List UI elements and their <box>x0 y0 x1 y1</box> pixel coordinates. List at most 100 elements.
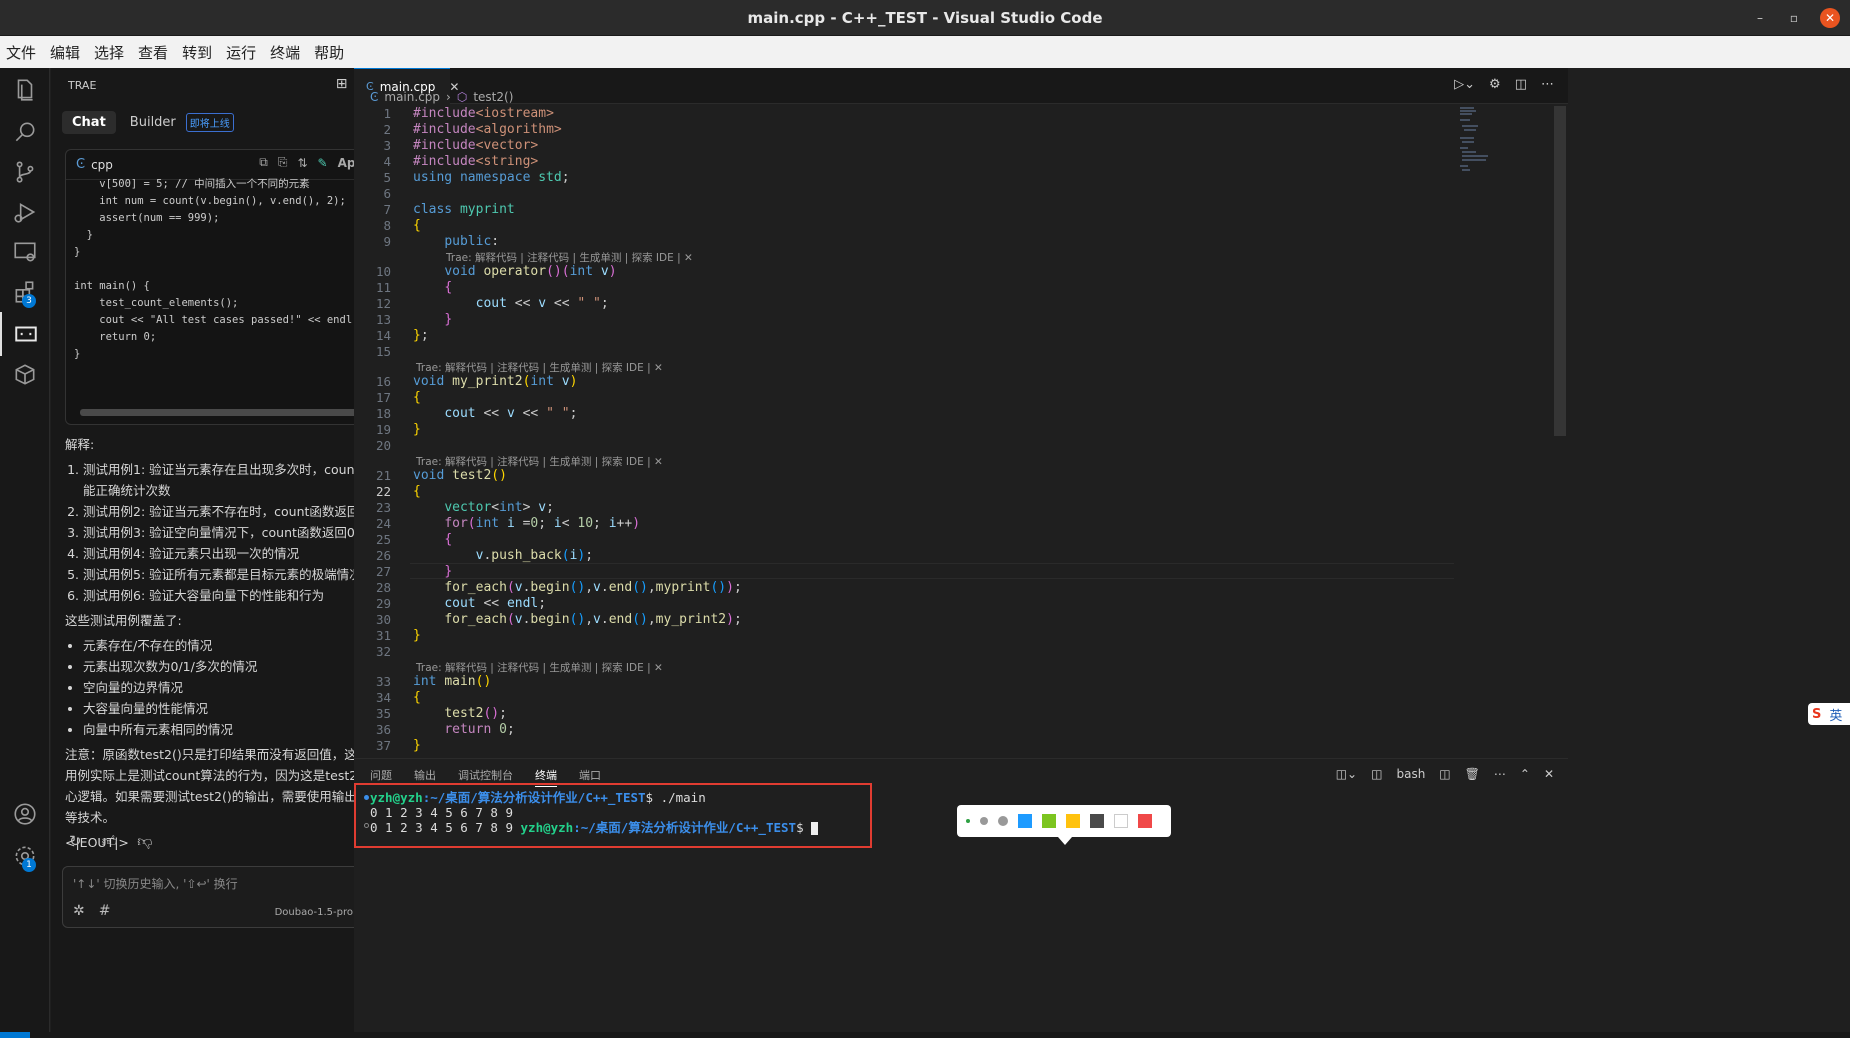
panel-more-icon[interactable]: ⋯ <box>1494 767 1506 781</box>
minimize-icon[interactable]: – <box>1752 11 1768 25</box>
shell-label[interactable]: bash <box>1396 767 1425 781</box>
builder-badge: 即将上线 <box>185 113 234 132</box>
color-palette[interactable] <box>957 805 1171 845</box>
split-editor-icon[interactable]: ◫ <box>1515 77 1527 92</box>
color-swatch-gray[interactable] <box>1090 814 1104 828</box>
list-item: 测试用例5: 验证所有元素都是目标元素的极端情况 <box>83 564 395 585</box>
dot-large[interactable] <box>998 816 1008 826</box>
code-lang-label: cpp <box>91 157 113 172</box>
dot-small[interactable] <box>966 819 970 823</box>
thumbs-up-icon[interactable]: 👍︎ <box>102 832 118 851</box>
hash-icon[interactable]: # <box>99 903 111 919</box>
new-terminal-icon[interactable]: ◫⌄ <box>1336 767 1357 781</box>
close-icon[interactable]: ✕ <box>1820 8 1840 28</box>
menu-run[interactable]: 运行 <box>226 42 256 63</box>
terminal-dot <box>364 795 369 800</box>
list-item: 大容量向量的性能情况 <box>83 698 395 719</box>
code-horizontal-scrollbar[interactable] <box>80 409 370 416</box>
tab-builder[interactable]: Builder <box>120 111 186 134</box>
codelens[interactable]: Trae: 解释代码 | 注释代码 | 生成单测 | 探索 IDE | ✕ <box>416 660 663 675</box>
diff-icon[interactable]: ⇅ <box>297 156 307 170</box>
explanation-heading: 解释: <box>65 437 95 452</box>
prompt-path: :~/桌面/算法分析设计作业/C++_TEST <box>422 790 646 805</box>
source-control-icon[interactable] <box>0 150 50 194</box>
chevron-right-icon: › <box>446 90 451 104</box>
split-terminal-icon[interactable]: ◫ <box>1439 767 1450 781</box>
trae-chat-icon[interactable] <box>0 312 50 356</box>
chat-input[interactable]: '↑↓' 切换历史输入, '⇧↩' 换行 ✲ # Doubao-1.5-pro … <box>62 866 392 928</box>
color-swatch-red[interactable] <box>1138 814 1152 828</box>
explorer-icon[interactable] <box>0 68 50 112</box>
menu-view[interactable]: 查看 <box>138 42 168 63</box>
color-swatch-blue[interactable] <box>1018 814 1032 828</box>
cpp-file-icon: Ͼ <box>370 90 379 104</box>
insert-icon[interactable]: ⎘ <box>278 155 288 170</box>
output-line: 0 1 2 3 4 5 6 7 8 9 <box>370 820 513 835</box>
maximize-icon[interactable]: ▫ <box>1786 11 1802 25</box>
account-icon[interactable] <box>0 792 50 836</box>
breadcrumb-file[interactable]: main.cpp <box>384 90 440 104</box>
codelens[interactable]: Trae: 解释代码 | 注释代码 | 生成单测 | 探索 IDE | ✕ <box>416 454 663 469</box>
ime-mode[interactable]: 英 <box>1829 705 1842 724</box>
menu-select[interactable]: 选择 <box>94 42 124 63</box>
remote-indicator[interactable] <box>0 1032 30 1038</box>
status-bar <box>0 1032 1850 1038</box>
trash-icon[interactable]: 🗑︎ <box>1465 767 1480 781</box>
list-item: 空向量的边界情况 <box>83 677 395 698</box>
model-selector[interactable]: Doubao-1.5-pro <box>275 907 353 918</box>
search-icon[interactable] <box>0 110 50 154</box>
close-panel-icon[interactable]: ✕ <box>1544 767 1554 781</box>
tab-chat[interactable]: Chat <box>62 111 116 134</box>
minimap[interactable] <box>1458 106 1508 176</box>
list-item: 测试用例2: 验证当元素不存在时，count函数返回0 <box>83 501 395 522</box>
remote-explorer-icon[interactable] <box>0 230 50 274</box>
command: $ ./main <box>645 790 706 805</box>
prompt-user: yzh@yzh <box>520 820 574 835</box>
copy-icon[interactable]: ⧉ <box>259 155 268 170</box>
extensions-badge: 3 <box>22 294 36 308</box>
list-item: 测试用例4: 验证元素只出现一次的情况 <box>83 543 395 564</box>
maximize-panel-icon[interactable]: ⌃ <box>1520 767 1530 781</box>
color-swatch-white[interactable] <box>1114 814 1128 828</box>
apply-check-icon: ✎ <box>317 155 328 170</box>
prompt-path: :~/桌面/算法分析设计作业/C++_TEST <box>573 820 797 835</box>
editor-settings-icon[interactable]: ⚙ <box>1489 77 1501 92</box>
list-item: 向量中所有元素相同的情况 <box>83 719 395 740</box>
editor-vertical-scrollbar[interactable] <box>1554 106 1566 436</box>
editor-area: Ͼ main.cpp ✕ ▷⌄ ⚙ ◫ ⋯ Ͼ main.cpp › ⬡ tes… <box>354 68 1850 758</box>
menu-file[interactable]: 文件 <box>6 42 36 63</box>
ime-toolbar[interactable]: S 英 ˀ 拼 ⚙ <box>1808 703 1850 725</box>
color-swatch-yellow[interactable] <box>1066 814 1080 828</box>
extensions-icon[interactable]: 3 <box>0 270 50 314</box>
current-line-highlight <box>410 563 1454 579</box>
package-icon[interactable] <box>0 352 50 396</box>
gear-icon[interactable]: 1 <box>0 834 50 878</box>
new-chat-icon[interactable]: ⊞ <box>336 76 348 92</box>
menu-goto[interactable]: 转到 <box>182 42 212 63</box>
menu-terminal[interactable]: 终端 <box>270 42 300 63</box>
code-editor[interactable]: 1 #include<iostream> 2 #include<algorithm>… <box>354 106 1568 758</box>
explanation: 解释: 测试用例1: 验证当元素存在且出现多次时，count函数能正确统计次数 … <box>65 430 395 857</box>
run-debug-icon[interactable] <box>0 190 50 234</box>
editor-more-icon[interactable]: ⋯ <box>1541 77 1554 92</box>
menu-edit[interactable]: 编辑 <box>50 42 80 63</box>
menu-help[interactable]: 帮助 <box>314 42 344 63</box>
run-icon[interactable]: ▷⌄ <box>1454 77 1475 92</box>
color-swatch-green[interactable] <box>1042 814 1056 828</box>
context-icon[interactable]: ✲ <box>73 903 85 919</box>
sogou-logo-icon: S <box>1812 706 1822 722</box>
refresh-icon[interactable]: ↻ <box>69 832 82 851</box>
cover-heading: 这些测试用例覆盖了: <box>65 613 182 628</box>
thumbs-down-icon[interactable]: 👎︎ <box>137 832 152 851</box>
code-snippet: v[500] = 5; // 中间插入一个不同的元素 int num = cou… <box>74 178 359 360</box>
breadcrumb-symbol[interactable]: test2() <box>473 90 513 104</box>
dot-medium[interactable] <box>980 817 988 825</box>
testcase-list: 测试用例1: 验证当元素存在且出现多次时，count函数能正确统计次数 测试用例… <box>65 459 395 606</box>
terminal-shell-icon: ◫ <box>1371 767 1383 781</box>
codelens[interactable]: Trae: 解释代码 | 注释代码 | 生成单测 | 探索 IDE | ✕ <box>416 360 663 375</box>
terminal-cursor <box>811 822 819 835</box>
terminal-output[interactable]: yzh@yzh:~/桌面/算法分析设计作业/C++_TEST$ ./main 0… <box>354 783 872 848</box>
codelens[interactable]: Trae: 解释代码 | 注释代码 | 生成单测 | 探索 IDE | ✕ <box>446 250 693 265</box>
settings-badge: 1 <box>22 858 36 872</box>
menu-bar: 文件 编辑 选择 查看 转到 运行 终端 帮助 <box>0 36 1850 68</box>
